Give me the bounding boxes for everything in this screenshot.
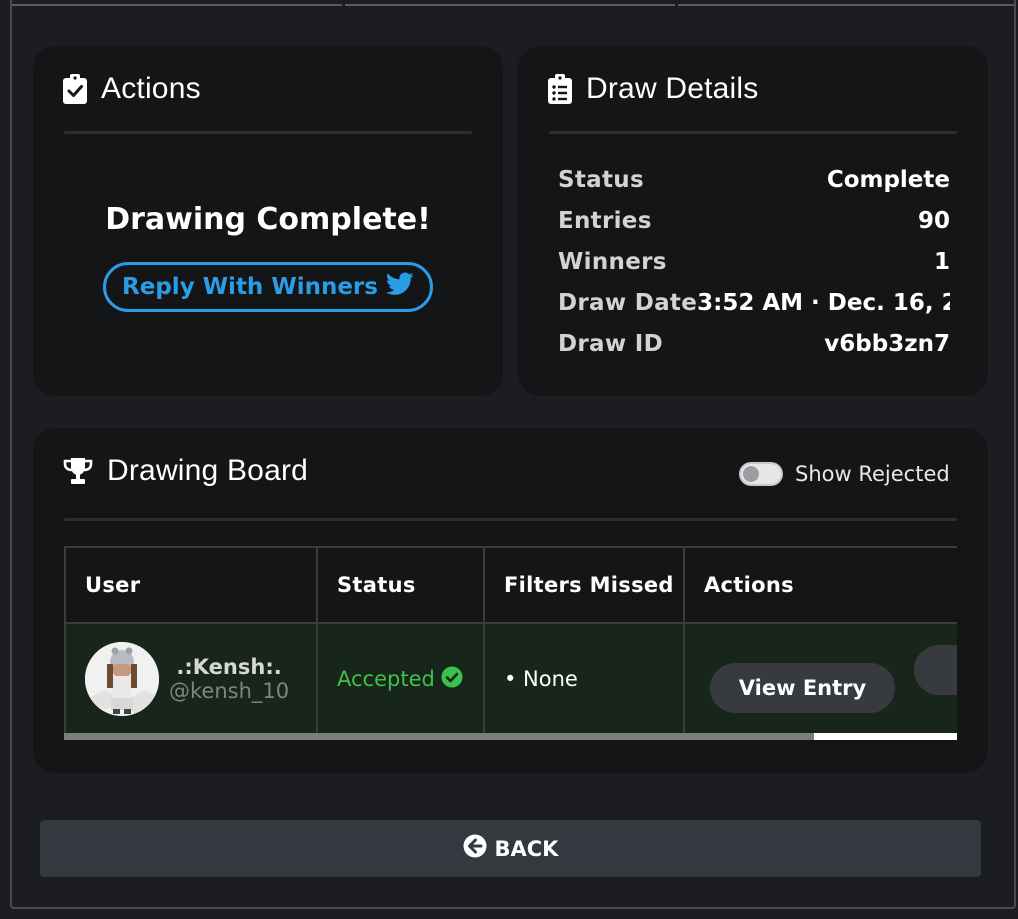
horizontal-scrollbar-thumb[interactable] [64, 733, 815, 740]
drawing-board-divider [64, 518, 957, 521]
detail-value: 3:52 AM · Dec. 16, 2 [697, 290, 950, 316]
avatar[interactable] [85, 642, 159, 716]
entries-table: User Status Filters Missed Actions .:Ken… [64, 546, 957, 736]
check-circle-icon [441, 666, 463, 693]
detail-value: 90 [917, 208, 950, 234]
column-header-status: Status [316, 546, 485, 624]
top-tab-1[interactable] [12, 0, 342, 6]
twitter-bird-icon [385, 272, 414, 302]
detail-row-status: Status Complete [558, 162, 950, 198]
detail-key: Draw Date [558, 290, 698, 316]
detail-value: v6bb3zn7 [824, 331, 950, 357]
actions-divider [64, 131, 472, 134]
drawing-complete-message: Drawing Complete! [105, 202, 431, 237]
draw-details-card: Draw Details Status Complete Entries 90 … [518, 46, 988, 396]
trophy-icon [63, 457, 93, 485]
horizontal-scrollbar[interactable] [64, 733, 957, 740]
clipboard-check-icon [63, 74, 87, 104]
draw-details-divider [549, 131, 957, 134]
user-text: .:Kensh:. @kensh_10 [169, 655, 289, 703]
show-rejected-toggle[interactable]: Show Rejected [739, 462, 950, 486]
entries-table-scroll[interactable]: User Status Filters Missed Actions .:Ken… [64, 546, 957, 742]
status-badge: Accepted [337, 666, 483, 693]
column-header-user: User [64, 546, 318, 624]
show-rejected-switch[interactable] [739, 462, 783, 486]
actions-title: Actions [101, 72, 201, 105]
drawing-board-header: Drawing Board [63, 454, 308, 488]
detail-key: Status [558, 167, 644, 193]
show-rejected-label: Show Rejected [795, 462, 950, 486]
actions-card-header: Actions [63, 72, 201, 106]
drawing-board-card: Drawing Board Show Rejected User Status … [33, 428, 988, 773]
secondary-action-button[interactable] [913, 645, 957, 695]
top-tab-3[interactable] [678, 0, 1014, 6]
switch-knob [743, 466, 759, 482]
top-tab-strip [12, 0, 1014, 6]
draw-details-header: Draw Details [548, 72, 758, 106]
draw-details-title: Draw Details [586, 72, 759, 105]
detail-row-draw-id: Draw ID v6bb3zn7 [558, 326, 950, 362]
reply-with-winners-label: Reply With Winners [122, 274, 378, 300]
status-text: Accepted [337, 667, 435, 691]
reply-with-winners-button[interactable]: Reply With Winners [103, 262, 433, 312]
column-header-actions: Actions [683, 546, 957, 624]
actions-cell: View Entry [683, 622, 957, 736]
clipboard-list-icon [548, 74, 572, 104]
detail-value: Complete [826, 167, 950, 193]
user-display-name: .:Kensh:. [176, 655, 282, 679]
detail-row-entries: Entries 90 [558, 203, 950, 239]
table-header-row: User Status Filters Missed Actions [64, 546, 957, 624]
column-header-filters-missed: Filters Missed [483, 546, 685, 624]
detail-value: 1 [933, 249, 950, 275]
detail-row-winners: Winners 1 [558, 244, 950, 280]
filters-missed-value: • None [504, 667, 578, 691]
detail-key: Entries [558, 208, 652, 234]
detail-key: Draw ID [558, 331, 663, 357]
detail-row-draw-date: Draw Date 3:52 AM · Dec. 16, 2 [558, 285, 950, 321]
back-label: BACK [494, 836, 559, 861]
table-row: .:Kensh:. @kensh_10 Accepted • None View… [64, 622, 957, 736]
user-cell: .:Kensh:. @kensh_10 [64, 622, 318, 736]
user-handle[interactable]: @kensh_10 [169, 679, 289, 703]
drawing-board-title: Drawing Board [107, 454, 309, 487]
top-tab-2[interactable] [345, 0, 675, 6]
detail-key: Winners [558, 249, 667, 275]
actions-card: Actions Drawing Complete! Reply With Win… [33, 46, 503, 396]
back-button[interactable]: BACK [40, 820, 981, 877]
view-entry-button[interactable]: View Entry [710, 663, 895, 713]
filters-missed-cell: • None [483, 622, 685, 736]
arrow-circle-left-icon [463, 834, 487, 863]
status-cell: Accepted [316, 622, 485, 736]
